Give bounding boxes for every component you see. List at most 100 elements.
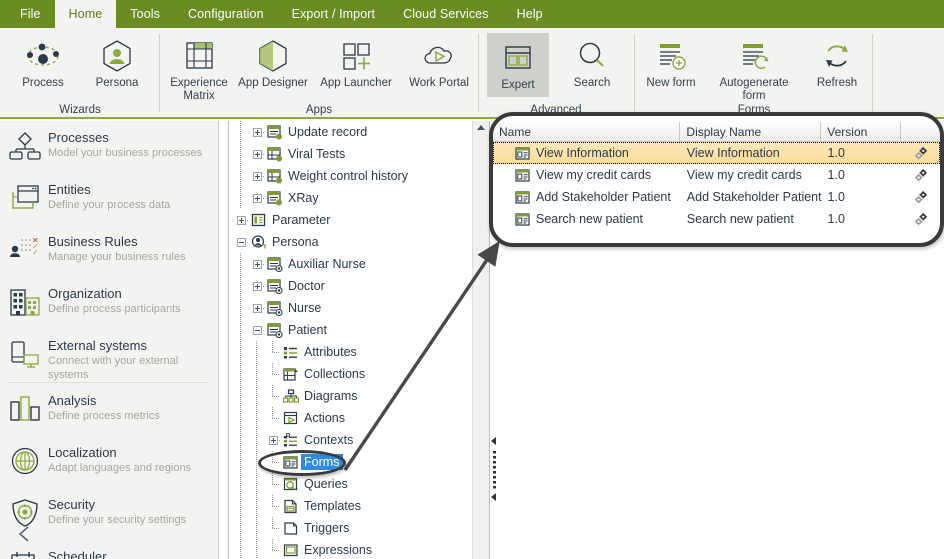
splitter-collapse-arrow-top-icon[interactable] [491,437,496,445]
scheduler-icon [8,548,42,559]
menu-item-export-import[interactable]: Export / Import [278,0,389,28]
sidebar-collapse-button[interactable] [14,523,36,545]
tree-node-label: Actions [304,411,345,425]
forms-grid-header-actions[interactable] [901,122,940,141]
tree-expand-icon[interactable] [265,429,281,451]
ribbon-button-refresh[interactable]: Refresh [800,31,874,97]
tree-node-label: Auxiliar Nurse [288,257,366,271]
menu-item-cloud-services[interactable]: Cloud Services [389,0,502,28]
form-icon [515,146,531,161]
tree-node-contexts[interactable]: Contexts [229,429,472,451]
tree-node-queries[interactable]: Queries [229,473,472,495]
tree-expand-icon[interactable] [249,187,265,209]
tree-node-patient[interactable]: Patient [229,319,472,341]
splitter-collapse-arrow-bottom-icon[interactable] [491,493,496,501]
menu-item-home[interactable]: Home [54,0,117,28]
sidebar-title-processes: Processes [48,130,109,145]
forms-grid-cell-actions[interactable] [901,168,940,182]
menu-item-file[interactable]: File [6,0,55,28]
tree-expand-icon[interactable] [249,165,265,187]
business-rules-icon: ✕ ✓ ✓ [8,233,42,267]
forms-grid-cell-name: Add Stakeholder Patient [493,190,681,205]
tree-indent-guide [233,319,249,341]
sidebar-item-external-systems[interactable]: External systems Connect with your exter… [0,329,218,381]
sidebar-item-business-rules[interactable]: ✕ ✓ ✓ Business Rules Manage your busines… [0,225,218,277]
forms-grid-header-display-name[interactable]: Display Name [680,122,822,141]
sidebar-title-organization: Organization [48,286,122,301]
forms-grid-cell-actions[interactable] [901,212,940,226]
forms-grid-row[interactable]: View Information View Information 1.0 [493,142,940,164]
tree-expand-icon[interactable] [249,253,265,275]
ribbon-button-search[interactable]: Search [555,31,629,97]
sidebar-item-processes[interactable]: Processes Model your business processes [0,121,218,173]
forms-grid-cell-actions[interactable] [901,190,940,204]
form-icon [515,168,531,183]
tree-node-doctor[interactable]: Doctor [229,275,472,297]
menu-item-help[interactable]: Help [503,0,557,28]
forms-grid-row[interactable]: Add Stakeholder Patient Add Stakeholder P… [493,186,940,208]
tree-node-expressions[interactable]: Expressions [229,539,472,559]
tree-node-auxiliar-nurse[interactable]: Auxiliar Nurse [229,253,472,275]
ribbon-button-work-portal-label: Work Portal [409,77,469,89]
forms-grid-cell-name-text: Add Stakeholder Patient [536,190,671,204]
ribbon-button-expert[interactable]: Expert [487,33,549,97]
entity-icon [265,124,285,140]
sidebar-item-localization[interactable]: Localization Adapt languages and regions [0,436,218,488]
tree-expand-icon[interactable] [249,275,265,297]
tree-node-weight-control-history[interactable]: Weight control history [229,165,472,187]
ribbon-button-persona[interactable]: Persona [80,31,154,97]
persona-entity-icon [265,300,285,316]
tree-node-diagrams[interactable]: Diagrams [229,385,472,407]
menu-item-configuration[interactable]: Configuration [174,0,278,28]
splitter-grip[interactable] [493,451,496,489]
ribbon-button-experience-matrix[interactable]: Experience Matrix [162,31,236,102]
tree-node-collections[interactable]: Collections [229,363,472,385]
ribbon-button-app-designer[interactable]: App Designer [236,31,310,97]
tree-node-persona[interactable]: Persona [229,231,472,253]
scroll-up-arrow-icon[interactable] [477,125,485,130]
tree-collapse-icon[interactable] [233,231,249,253]
forms-grid-cell-display-name: View Information [686,146,780,160]
ribbon-button-work-portal[interactable]: Work Portal [402,31,476,97]
forms-grid-cell-actions[interactable] [901,146,940,160]
ribbon-button-process-label: Process [22,77,64,89]
tree-node-attributes[interactable]: Attributes [229,341,472,363]
tree-vertical-scrollbar[interactable] [472,121,489,559]
ribbon-button-autogenerate-form[interactable]: Autogenerate form [708,31,800,102]
ribbon-button-refresh-label: Refresh [816,77,858,89]
sidebar-item-entities[interactable]: Entities Define your process data [0,173,218,225]
tree-leaf-connector [265,495,281,517]
tree-leaf-connector [265,385,281,407]
tree-node-parameter[interactable]: Parameter [229,209,472,231]
sidebar-title-analysis: Analysis [48,393,97,408]
sidebar-subtitle-external-systems: Connect with your external systems [48,355,179,381]
tree-expand-icon[interactable] [233,209,249,231]
sidebar-text-entities: Entities Define your process data [48,179,170,212]
ribbon-button-new-form[interactable]: New form [634,31,708,97]
tree-expand-icon[interactable] [249,297,265,319]
forms-grid-cell-name: View my credit cards [493,168,681,183]
tree-node-label: Nurse [288,301,322,315]
forms-grid-cell-name-text: View Information [536,146,629,160]
tree-expand-icon[interactable] [249,143,265,165]
sidebar-item-organization[interactable]: Organization Define process participants [0,277,218,329]
tree-indent-guide [233,429,249,451]
forms-grid-header-version[interactable]: Version [821,122,902,141]
tree-node-viral-tests[interactable]: Viral Tests [229,143,472,165]
tree-node-actions[interactable]: Actions [229,407,472,429]
sidebar-item-analysis[interactable]: Analysis Define process metrics [0,384,218,436]
forms-grid-row[interactable]: Search new patient Search new patient 1.0 [493,208,940,230]
sidebar-subtitle-organization: Define process participants [48,303,181,315]
forms-grid-row[interactable]: View my credit cards View my credit cards… [493,164,940,186]
forms-grid-header-name[interactable]: Name [493,122,681,141]
ribbon-button-app-launcher[interactable]: App Launcher [310,31,402,97]
ribbon-button-process[interactable]: Process [6,31,80,97]
tree-node-nurse[interactable]: Nurse [229,297,472,319]
tree-node-xray[interactable]: XRay [229,187,472,209]
tree-node-templates[interactable]: Templates [229,495,472,517]
tree-node-update-record[interactable]: Update record [229,121,472,143]
tree-expand-icon[interactable] [249,121,265,143]
tree-node-triggers[interactable]: Triggers [229,517,472,539]
menu-item-tools[interactable]: Tools [116,0,174,28]
tree-collapse-icon[interactable] [249,319,265,341]
